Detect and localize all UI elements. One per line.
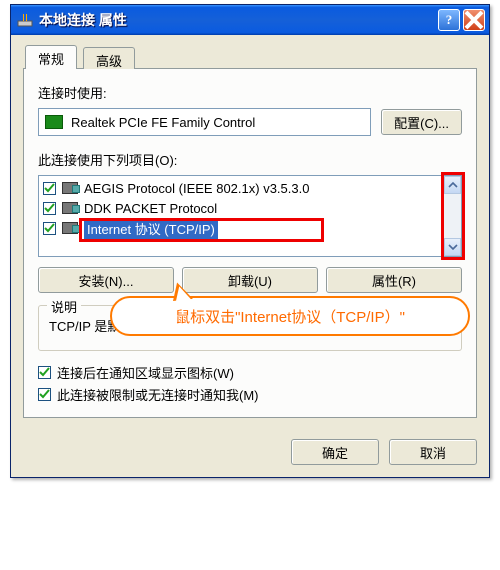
scroll-down-button[interactable] — [444, 238, 461, 256]
device-name: Realtek PCIe FE Family Control — [71, 115, 255, 130]
scrollbar[interactable] — [444, 175, 462, 257]
configure-button[interactable]: 配置(C)... — [381, 109, 462, 135]
close-icon — [464, 10, 484, 30]
properties-dialog: 本地连接 属性 ? 常规 高级 连接时使用: Realtek PCIe FE F… — [10, 4, 490, 478]
check-label: 连接后在通知区域显示图标(W) — [57, 363, 234, 382]
items-list-wrap: AEGIS Protocol (IEEE 802.1x) v3.5.3.0 DD… — [38, 175, 462, 257]
uninstall-button[interactable]: 卸载(U) — [182, 267, 318, 293]
checkbox[interactable] — [43, 222, 56, 235]
scroll-track[interactable] — [444, 194, 461, 238]
nic-icon — [45, 115, 63, 129]
close-button[interactable] — [463, 9, 485, 31]
protocol-icon — [62, 222, 78, 234]
label-items-used: 此连接使用下列项目(O): — [38, 150, 462, 169]
tab-panel-general: 连接时使用: Realtek PCIe FE Family Control 配置… — [23, 68, 477, 418]
list-item-label: AEGIS Protocol (IEEE 802.1x) v3.5.3.0 — [84, 181, 309, 196]
check-notify[interactable]: 此连接被限制或无连接时通知我(M) — [38, 385, 462, 404]
cancel-button[interactable]: 取消 — [389, 439, 477, 465]
description-legend: 说明 — [47, 297, 81, 316]
checkbox[interactable] — [43, 202, 56, 215]
label-connect-using: 连接时使用: — [38, 83, 462, 102]
callout-text: 鼠标双击"Internet协议（TCP/IP）" — [175, 306, 405, 327]
list-item-selected[interactable]: Internet 协议 (TCP/IP) — [39, 218, 443, 238]
tab-strip: 常规 高级 — [23, 47, 477, 69]
list-item-label: Internet 协议 (TCP/IP) — [84, 218, 218, 239]
help-button[interactable]: ? — [438, 9, 460, 31]
protocol-icon — [62, 202, 78, 214]
properties-button[interactable]: 属性(R) — [326, 267, 462, 293]
dialog-title: 本地连接 属性 — [39, 10, 435, 30]
tab-general[interactable]: 常规 — [25, 45, 77, 69]
list-item-label: DDK PACKET Protocol — [84, 201, 217, 216]
scroll-up-button[interactable] — [444, 176, 461, 194]
protocol-icon — [62, 182, 78, 194]
list-item[interactable]: AEGIS Protocol (IEEE 802.1x) v3.5.3.0 — [39, 178, 443, 198]
checkbox[interactable] — [43, 182, 56, 195]
check-label: 此连接被限制或无连接时通知我(M) — [57, 385, 259, 404]
items-list[interactable]: AEGIS Protocol (IEEE 802.1x) v3.5.3.0 DD… — [38, 175, 444, 257]
chevron-up-icon — [448, 180, 458, 190]
ok-button[interactable]: 确定 — [291, 439, 379, 465]
checkbox[interactable] — [38, 366, 51, 379]
list-item[interactable]: DDK PACKET Protocol — [39, 198, 443, 218]
title-bar[interactable]: 本地连接 属性 ? — [11, 5, 489, 35]
install-button[interactable]: 安装(N)... — [38, 267, 174, 293]
check-show-icon[interactable]: 连接后在通知区域显示图标(W) — [38, 363, 462, 382]
network-icon — [17, 12, 33, 28]
chevron-down-icon — [448, 242, 458, 252]
dialog-button-row: 确定 取消 — [11, 429, 489, 477]
device-field[interactable]: Realtek PCIe FE Family Control — [38, 108, 371, 136]
checkbox[interactable] — [38, 388, 51, 401]
annotation-callout: 鼠标双击"Internet协议（TCP/IP）" — [110, 296, 470, 336]
tab-advanced[interactable]: 高级 — [83, 47, 135, 69]
